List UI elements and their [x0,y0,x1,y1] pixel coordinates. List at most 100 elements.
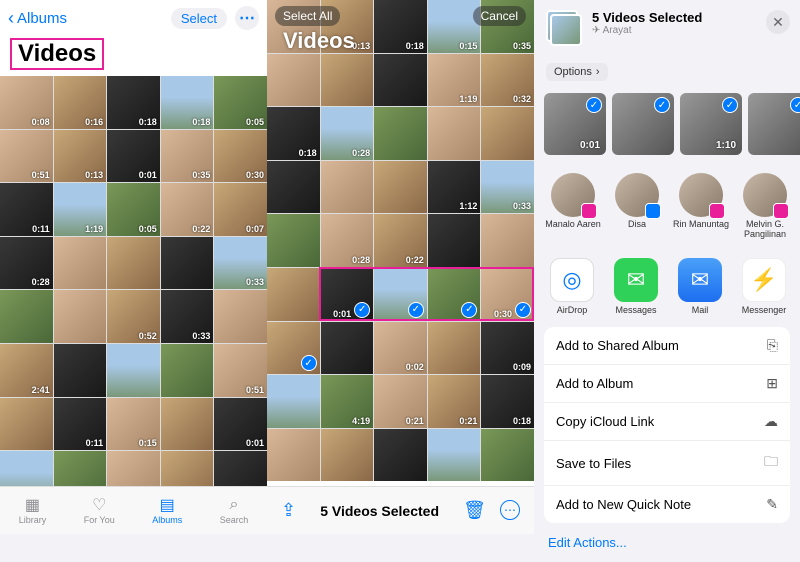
share-action-add-to-album[interactable]: Add to Album⊞ [544,365,790,403]
tab-search[interactable]: ⌕Search [220,496,249,525]
video-thumbnail[interactable]: 0:28 [0,237,53,290]
video-thumbnail[interactable]: 0:11 [0,183,53,236]
video-thumbnail[interactable]: 1:12 [428,161,481,214]
cancel-button[interactable]: Cancel [473,6,526,26]
video-thumbnail[interactable] [321,322,374,375]
video-thumbnail[interactable] [321,429,374,482]
video-thumbnail[interactable] [428,107,481,160]
options-button[interactable]: Options › [546,63,608,81]
video-thumbnail[interactable]: 0:18 [481,375,534,428]
video-thumbnail[interactable]: 0:35 [161,130,214,183]
video-thumbnail[interactable] [161,398,214,451]
video-thumbnail[interactable] [428,214,481,267]
select-all-button[interactable]: Select All [275,6,340,26]
video-thumbnail[interactable]: 0:02 [374,322,427,375]
video-thumbnail[interactable]: 0:08 [0,76,53,129]
video-thumbnail[interactable]: 0:05 [214,76,267,129]
video-thumbnail[interactable] [374,429,427,482]
video-thumbnail[interactable]: 4:19 [321,375,374,428]
video-thumbnail[interactable] [267,214,320,267]
video-thumbnail[interactable] [161,237,214,290]
video-thumbnail[interactable]: 0:28 [321,107,374,160]
video-thumbnail[interactable]: 0:33 [161,290,214,343]
video-thumbnail[interactable]: 1:19 [428,54,481,107]
share-app[interactable]: ⚡Messenger [736,258,792,315]
video-thumbnail[interactable]: 0:18 [107,76,160,129]
video-thumbnail[interactable] [214,290,267,343]
video-thumbnail[interactable] [374,161,427,214]
share-contact[interactable]: Disa [608,173,666,240]
video-thumbnail[interactable] [374,268,427,321]
share-contact[interactable]: Melvin G. Pangilinan [736,173,794,240]
video-thumbnail[interactable]: 0:05 [107,183,160,236]
video-grid[interactable]: 0:080:160:180:180:050:510:130:010:350:30… [0,76,267,504]
video-thumbnail[interactable] [107,344,160,397]
share-action-copy-icloud-link[interactable]: Copy iCloud Link☁ [544,403,790,441]
video-thumbnail[interactable] [54,237,107,290]
video-thumbnail[interactable] [428,429,481,482]
trash-icon[interactable]: 🗑 [463,500,486,521]
video-thumbnail[interactable] [481,107,534,160]
video-thumbnail[interactable] [107,237,160,290]
video-thumbnail[interactable]: 0:13 [54,130,107,183]
video-thumbnail[interactable]: 0:33 [481,161,534,214]
share-action-save-to-files[interactable]: Save to Files🗀 [544,441,790,486]
video-thumbnail[interactable] [374,54,427,107]
video-thumbnail[interactable] [428,268,481,321]
video-thumbnail[interactable]: 0:18 [267,107,320,160]
video-thumbnail[interactable]: 2:41 [0,344,53,397]
select-button[interactable]: Select [171,8,227,29]
video-thumbnail[interactable] [267,429,320,482]
video-thumbnail[interactable] [374,107,427,160]
video-thumbnail[interactable]: 0:16 [54,76,107,129]
share-contact[interactable]: Manalo Aaren [544,173,602,240]
strip-thumbnail[interactable]: 1:10 [680,93,742,155]
share-app[interactable]: ✉Mail [672,258,728,315]
video-thumbnail[interactable]: 0:01 [107,130,160,183]
video-thumbnail[interactable]: 0:51 [214,344,267,397]
video-thumbnail[interactable] [267,54,320,107]
tab-library[interactable]: ▦Library [19,496,47,525]
video-thumbnail[interactable]: 0:30 [214,130,267,183]
video-thumbnail[interactable] [0,398,53,451]
video-thumbnail[interactable]: 0:11 [54,398,107,451]
share-action-add-to-shared-album[interactable]: Add to Shared Album⎘ [544,327,790,365]
video-thumbnail[interactable]: 0:21 [428,375,481,428]
video-thumbnail[interactable]: 0:32 [481,54,534,107]
video-grid-selecting[interactable]: 0:130:180:150:351:190:320:180:281:120:33… [267,0,534,481]
video-thumbnail[interactable] [161,344,214,397]
video-thumbnail[interactable]: 0:15 [107,398,160,451]
video-thumbnail[interactable] [54,344,107,397]
video-thumbnail[interactable]: 0:52 [107,290,160,343]
video-thumbnail[interactable] [481,429,534,482]
video-thumbnail[interactable]: 0:22 [374,214,427,267]
video-thumbnail[interactable] [428,322,481,375]
video-thumbnail[interactable]: 0:01 [214,398,267,451]
strip-thumbnail[interactable]: 0:01 [544,93,606,155]
share-app[interactable]: ◎AirDrop [544,258,600,315]
close-button[interactable]: ✕ [766,10,790,34]
video-thumbnail[interactable]: 0:21 [374,375,427,428]
video-thumbnail[interactable] [267,375,320,428]
video-thumbnail[interactable] [267,322,320,375]
share-action-add-to-new-quick-note[interactable]: Add to New Quick Note✎ [544,486,790,523]
video-thumbnail[interactable]: 0:51 [0,130,53,183]
share-app[interactable]: ✉Messages [608,258,664,315]
more-icon[interactable]: ⋯ [500,500,520,520]
video-thumbnail[interactable]: 0:09 [481,322,534,375]
share-icon[interactable]: ⇪ [281,500,296,521]
video-thumbnail[interactable] [321,161,374,214]
video-thumbnail[interactable]: 0:33 [214,237,267,290]
video-thumbnail[interactable]: 0:01 [321,268,374,321]
share-contact[interactable]: Rin Manuntag [672,173,730,240]
video-thumbnail[interactable] [267,161,320,214]
strip-thumbnail[interactable] [748,93,800,155]
tab-albums[interactable]: ▤Albums [152,496,182,525]
video-thumbnail[interactable] [54,290,107,343]
video-thumbnail[interactable]: 0:28 [321,214,374,267]
back-to-albums[interactable]: ‹ Albums [8,8,67,29]
video-thumbnail[interactable]: 0:30 [481,268,534,321]
video-thumbnail[interactable] [481,214,534,267]
more-button[interactable]: ⋯ [235,6,259,30]
video-thumbnail[interactable] [321,54,374,107]
